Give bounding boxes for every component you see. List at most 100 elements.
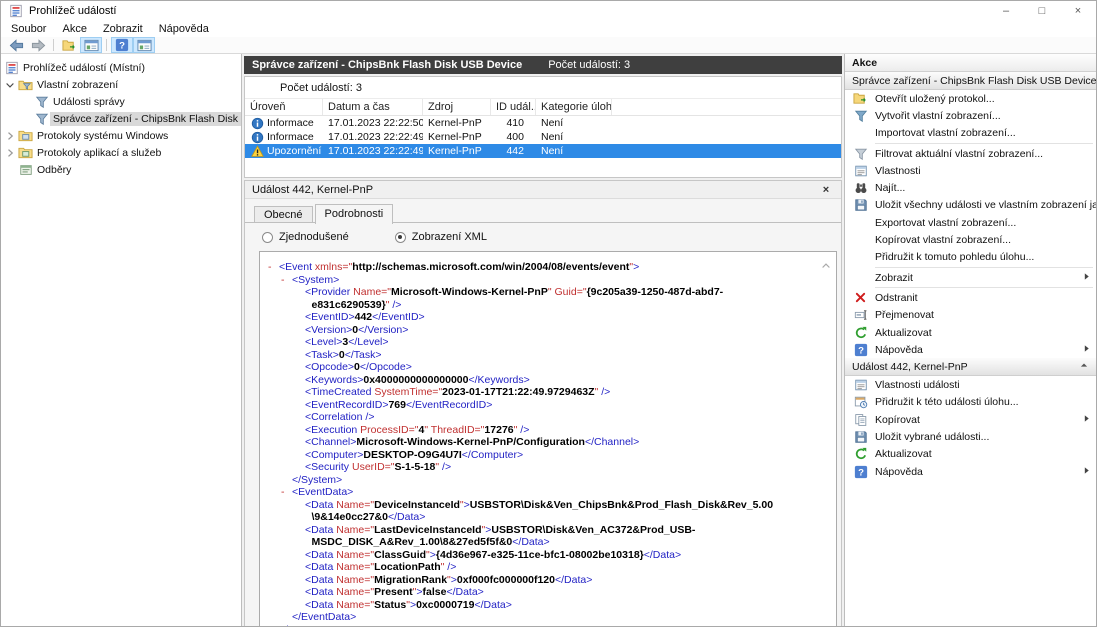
- action-item[interactable]: Vlastnosti: [845, 162, 1096, 179]
- menu-item[interactable]: Zobrazit: [95, 22, 151, 36]
- action-item[interactable]: Vytvořit vlastní zobrazení...: [845, 107, 1096, 124]
- xml-collapse-icon[interactable]: -: [281, 274, 292, 287]
- action-item[interactable]: Filtrovat aktuální vlastní zobrazení...: [845, 145, 1096, 162]
- sidebar-item[interactable]: Prohlížeč událostí (Místní): [1, 59, 241, 76]
- window-controls: – □ ×: [988, 1, 1096, 21]
- action-item-label: Aktualizovat: [875, 448, 932, 460]
- actions-sections: Správce zařízení - ChipsBnk Flash Disk U…: [845, 72, 1096, 627]
- icon-spacer: [852, 215, 869, 231]
- chevron-down-icon[interactable]: [3, 79, 17, 91]
- info-icon: [250, 131, 264, 144]
- events-pane-header: Správce zařízení - ChipsBnk Flash Disk U…: [244, 56, 842, 74]
- xml-line: <Task>0</Task>: [260, 349, 836, 362]
- action-item[interactable]: Exportovat vlastní zobrazení...: [845, 214, 1096, 231]
- sidebar-item[interactable]: Vlastní zobrazení: [1, 76, 241, 93]
- action-item[interactable]: Kopírovat: [845, 411, 1096, 428]
- save-icon: [852, 197, 869, 213]
- delete-icon: [852, 290, 869, 306]
- action-item[interactable]: Přidružit k tomuto pohledu úlohu...: [845, 249, 1096, 266]
- radio-option[interactable]: Zobrazení XML: [395, 231, 487, 243]
- icon-spacer: [852, 232, 869, 248]
- forward-button[interactable]: [27, 37, 49, 53]
- action-item[interactable]: Zobrazit: [845, 269, 1096, 286]
- event-row[interactable]: Informace17.01.2023 22:22:50Kernel-PnP41…: [245, 116, 841, 130]
- sidebar-item[interactable]: Události správy: [1, 93, 241, 110]
- menu-item[interactable]: Akce: [54, 22, 94, 36]
- action-section-header[interactable]: Správce zařízení - ChipsBnk Flash Disk U…: [845, 72, 1096, 90]
- radio-icon[interactable]: [262, 232, 273, 243]
- action-item[interactable]: Vlastnosti události: [845, 376, 1096, 393]
- menu-item[interactable]: Nápověda: [151, 22, 217, 36]
- radio-option[interactable]: Zjednodušené: [262, 231, 349, 243]
- sidebar-item-label: Vlastní zobrazení: [34, 78, 121, 92]
- menu-item[interactable]: Soubor: [3, 22, 54, 36]
- maximize-button[interactable]: □: [1024, 1, 1060, 21]
- tab-podrobnosti[interactable]: Podrobnosti: [315, 204, 394, 224]
- column-header[interactable]: Zdroj: [423, 99, 491, 115]
- chevron-right-icon[interactable]: [3, 147, 17, 159]
- action-item[interactable]: ?Nápověda: [845, 463, 1096, 480]
- xml-line: <Execution ProcessID="4" ThreadID="17276…: [260, 424, 836, 437]
- column-header[interactable]: ID udál...: [491, 99, 536, 115]
- events-pane-count: Počet událostí: 3: [548, 59, 630, 71]
- action-pane-button[interactable]: [133, 37, 155, 53]
- action-item[interactable]: Najít...: [845, 179, 1096, 196]
- event-row[interactable]: Informace17.01.2023 22:22:49Kernel-PnP40…: [245, 130, 841, 144]
- action-item-label: Nápověda: [875, 466, 923, 478]
- event-row[interactable]: Upozornění17.01.2023 22:22:49Kernel-PnP4…: [245, 144, 841, 158]
- action-item[interactable]: Přidružit k této události úlohu...: [845, 394, 1096, 411]
- menu-bar: SouborAkceZobrazitNápověda: [1, 21, 1096, 37]
- icon-spacer: [852, 270, 869, 286]
- event-viewer-app-icon: [7, 3, 24, 19]
- console-tree-button[interactable]: [80, 37, 102, 53]
- close-detail-icon[interactable]: ×: [818, 184, 834, 196]
- scroll-up-icon[interactable]: [820, 260, 832, 275]
- action-item[interactable]: Kopírovat vlastní zobrazení...: [845, 231, 1096, 248]
- sidebar-item[interactable]: Správce zařízení - ChipsBnk Flash Disk U…: [1, 110, 241, 127]
- xml-collapse-icon[interactable]: -: [281, 486, 292, 499]
- action-item[interactable]: ?Nápověda: [845, 341, 1096, 358]
- column-header[interactable]: Kategorie úlohy: [536, 99, 612, 115]
- event-viewer-window: Prohlížeč událostí – □ × SouborAkceZobra…: [0, 0, 1097, 627]
- column-header[interactable]: Datum a čas: [323, 99, 423, 115]
- xml-line: <Data Name="Status">0xc0000719</Data>: [260, 599, 836, 612]
- action-item-label: Vlastnosti: [875, 165, 921, 177]
- open-saved-log-button[interactable]: [58, 37, 80, 53]
- action-item[interactable]: Aktualizovat: [845, 324, 1096, 341]
- xml-collapse-icon[interactable]: -: [268, 261, 279, 274]
- minimize-button[interactable]: –: [988, 1, 1024, 21]
- subscriptions-icon: [17, 162, 34, 178]
- action-section-header[interactable]: Událost 442, Kernel-PnP: [845, 358, 1096, 376]
- action-item[interactable]: Aktualizovat: [845, 446, 1096, 463]
- action-item[interactable]: Uložit vybrané události...: [845, 428, 1096, 445]
- tab-obecné[interactable]: Obecné: [254, 206, 313, 223]
- action-item[interactable]: Otevřít uložený protokol...: [845, 90, 1096, 107]
- action-item[interactable]: Uložit všechny události ve vlastním zobr…: [845, 197, 1096, 214]
- action-separator: [875, 143, 1093, 144]
- xml-line: MSDC_DISK_A&Rev_1.00\8&27ed5f5f&0</Data>: [260, 536, 836, 549]
- radio-icon[interactable]: [395, 232, 406, 243]
- close-button[interactable]: ×: [1060, 1, 1096, 21]
- rename-icon: [852, 307, 869, 323]
- help-button[interactable]: ?: [111, 37, 133, 53]
- sidebar-item-label: Protokoly aplikací a služeb: [34, 146, 164, 160]
- sidebar-item[interactable]: Protokoly aplikací a služeb: [1, 144, 241, 161]
- xml-view: -<Event xmlns="http://schemas.microsoft.…: [259, 251, 837, 627]
- events-pane-title: Správce zařízení - ChipsBnk Flash Disk U…: [252, 59, 522, 71]
- action-item-label: Filtrovat aktuální vlastní zobrazení...: [875, 148, 1043, 160]
- chevron-right-icon[interactable]: [3, 130, 17, 142]
- open-folder-icon: [852, 91, 869, 107]
- filter-funnel-icon: [252, 80, 269, 96]
- action-item[interactable]: Importovat vlastní zobrazení...: [845, 125, 1096, 142]
- action-item[interactable]: Odstranit: [845, 289, 1096, 306]
- events-pane: Správce zařízení - ChipsBnk Flash Disk U…: [242, 54, 844, 627]
- back-button[interactable]: [5, 37, 27, 53]
- sidebar-item-label: Správce zařízení - ChipsBnk Flash Disk U…: [50, 112, 242, 126]
- events-filter-bar: Počet událostí: 3: [245, 77, 841, 98]
- collapse-icon[interactable]: [1079, 360, 1089, 373]
- sidebar-item[interactable]: Odběry: [1, 161, 241, 178]
- properties-icon: [852, 377, 869, 393]
- column-header[interactable]: Úroveň: [245, 99, 323, 115]
- sidebar-item[interactable]: Protokoly systému Windows: [1, 127, 241, 144]
- action-item[interactable]: Přejmenovat: [845, 307, 1096, 324]
